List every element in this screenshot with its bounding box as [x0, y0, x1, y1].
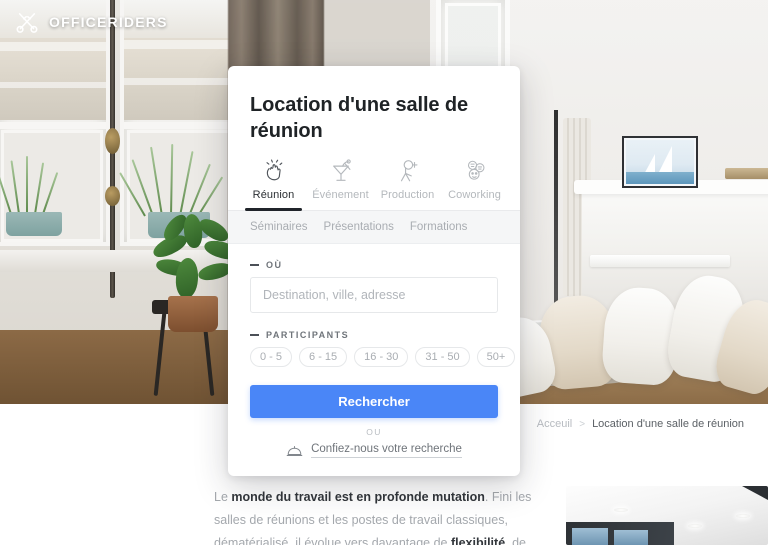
office-ceiling-photo	[566, 486, 768, 545]
intro-lead: Le	[214, 490, 232, 504]
intro-paragraph: Le monde du travail est en profonde muta…	[214, 486, 534, 545]
site-header: OFFICERIDERS	[0, 0, 768, 44]
tab-coworking[interactable]: Coworking	[441, 158, 508, 210]
dash-icon	[250, 334, 259, 336]
subtab-seminaires[interactable]: Séminaires	[250, 221, 308, 233]
intro-line-3a: vers davantage de	[344, 536, 451, 545]
logo-text: OFFICERIDERS	[49, 14, 168, 30]
tab-label: Coworking	[448, 189, 501, 201]
cocktail-glass-icon	[332, 159, 351, 181]
category-tabs: Réunion Événement Production Coworking	[228, 144, 520, 211]
intro-bold-1: monde du travail est en profonde mutatio…	[231, 490, 485, 504]
subtabs-bar: Séminaires Présentations Formations	[228, 211, 520, 244]
recessed-light	[614, 508, 628, 512]
search-card: Location d'une salle de réunion Réunion …	[228, 66, 520, 476]
participants-label-row: PARTICIPANTS	[250, 330, 498, 340]
crossed-keys-icon	[16, 13, 38, 33]
subtab-presentations[interactable]: Présentations	[324, 221, 394, 233]
page-root: OFFICERIDERS Location d'une salle de réu…	[0, 0, 768, 545]
breadcrumb-current: Location d'une salle de réunion	[592, 418, 744, 430]
entrust-link-text: Confiez-nous votre recherche	[311, 443, 462, 458]
tab-label: Événement	[312, 189, 369, 201]
chip-0-5[interactable]: 0 - 5	[250, 347, 293, 367]
chip-6-15[interactable]: 6 - 15	[299, 347, 348, 367]
intro-bold-2: flexibilité	[450, 536, 506, 545]
or-divider: OU	[366, 427, 382, 437]
tab-reunion[interactable]: Réunion	[240, 158, 307, 211]
tab-label: Réunion	[252, 189, 295, 201]
clapping-hands-icon	[265, 159, 282, 181]
page-title: Location d'une salle de réunion	[250, 94, 469, 142]
recessed-light	[736, 514, 750, 518]
logo[interactable]: OFFICERIDERS	[14, 9, 168, 35]
studio-light-icon	[400, 160, 418, 182]
participants-chips: 0 - 5 6 - 15 16 - 30 31 - 50 50+	[250, 347, 516, 367]
people-group-icon	[467, 160, 484, 180]
entrust-search-link[interactable]: Confiez-nous votre recherche	[250, 443, 498, 458]
breadcrumb-separator: >	[579, 418, 586, 430]
service-bell-icon	[286, 445, 303, 456]
where-label-row: OÙ	[250, 260, 498, 270]
tab-evenement[interactable]: Événement	[307, 158, 374, 210]
tab-production[interactable]: Production	[374, 158, 441, 210]
ceiling-glass-pane	[614, 530, 648, 545]
destination-input[interactable]	[250, 277, 498, 313]
where-label: OÙ	[266, 260, 283, 270]
chip-16-30[interactable]: 16 - 30	[354, 347, 409, 367]
search-button[interactable]: Rechercher	[250, 385, 498, 418]
ceiling-glass-pane	[572, 528, 608, 545]
subtab-formations[interactable]: Formations	[410, 221, 468, 233]
recessed-light	[688, 524, 702, 528]
tab-label: Production	[380, 189, 435, 201]
chip-50-plus[interactable]: 50+	[476, 347, 516, 367]
search-form: OÙ PARTICIPANTS 0 - 5 6 - 15 16 - 30 31 …	[228, 244, 520, 476]
participants-label: PARTICIPANTS	[266, 330, 350, 340]
breadcrumb-home[interactable]: Acceuil	[537, 418, 572, 430]
chip-31-50[interactable]: 31 - 50	[415, 347, 470, 367]
intro-line-3c: , de	[505, 536, 527, 545]
breadcrumb: Acceuil > Location d'une salle de réunio…	[537, 418, 744, 430]
dash-icon	[250, 264, 259, 266]
